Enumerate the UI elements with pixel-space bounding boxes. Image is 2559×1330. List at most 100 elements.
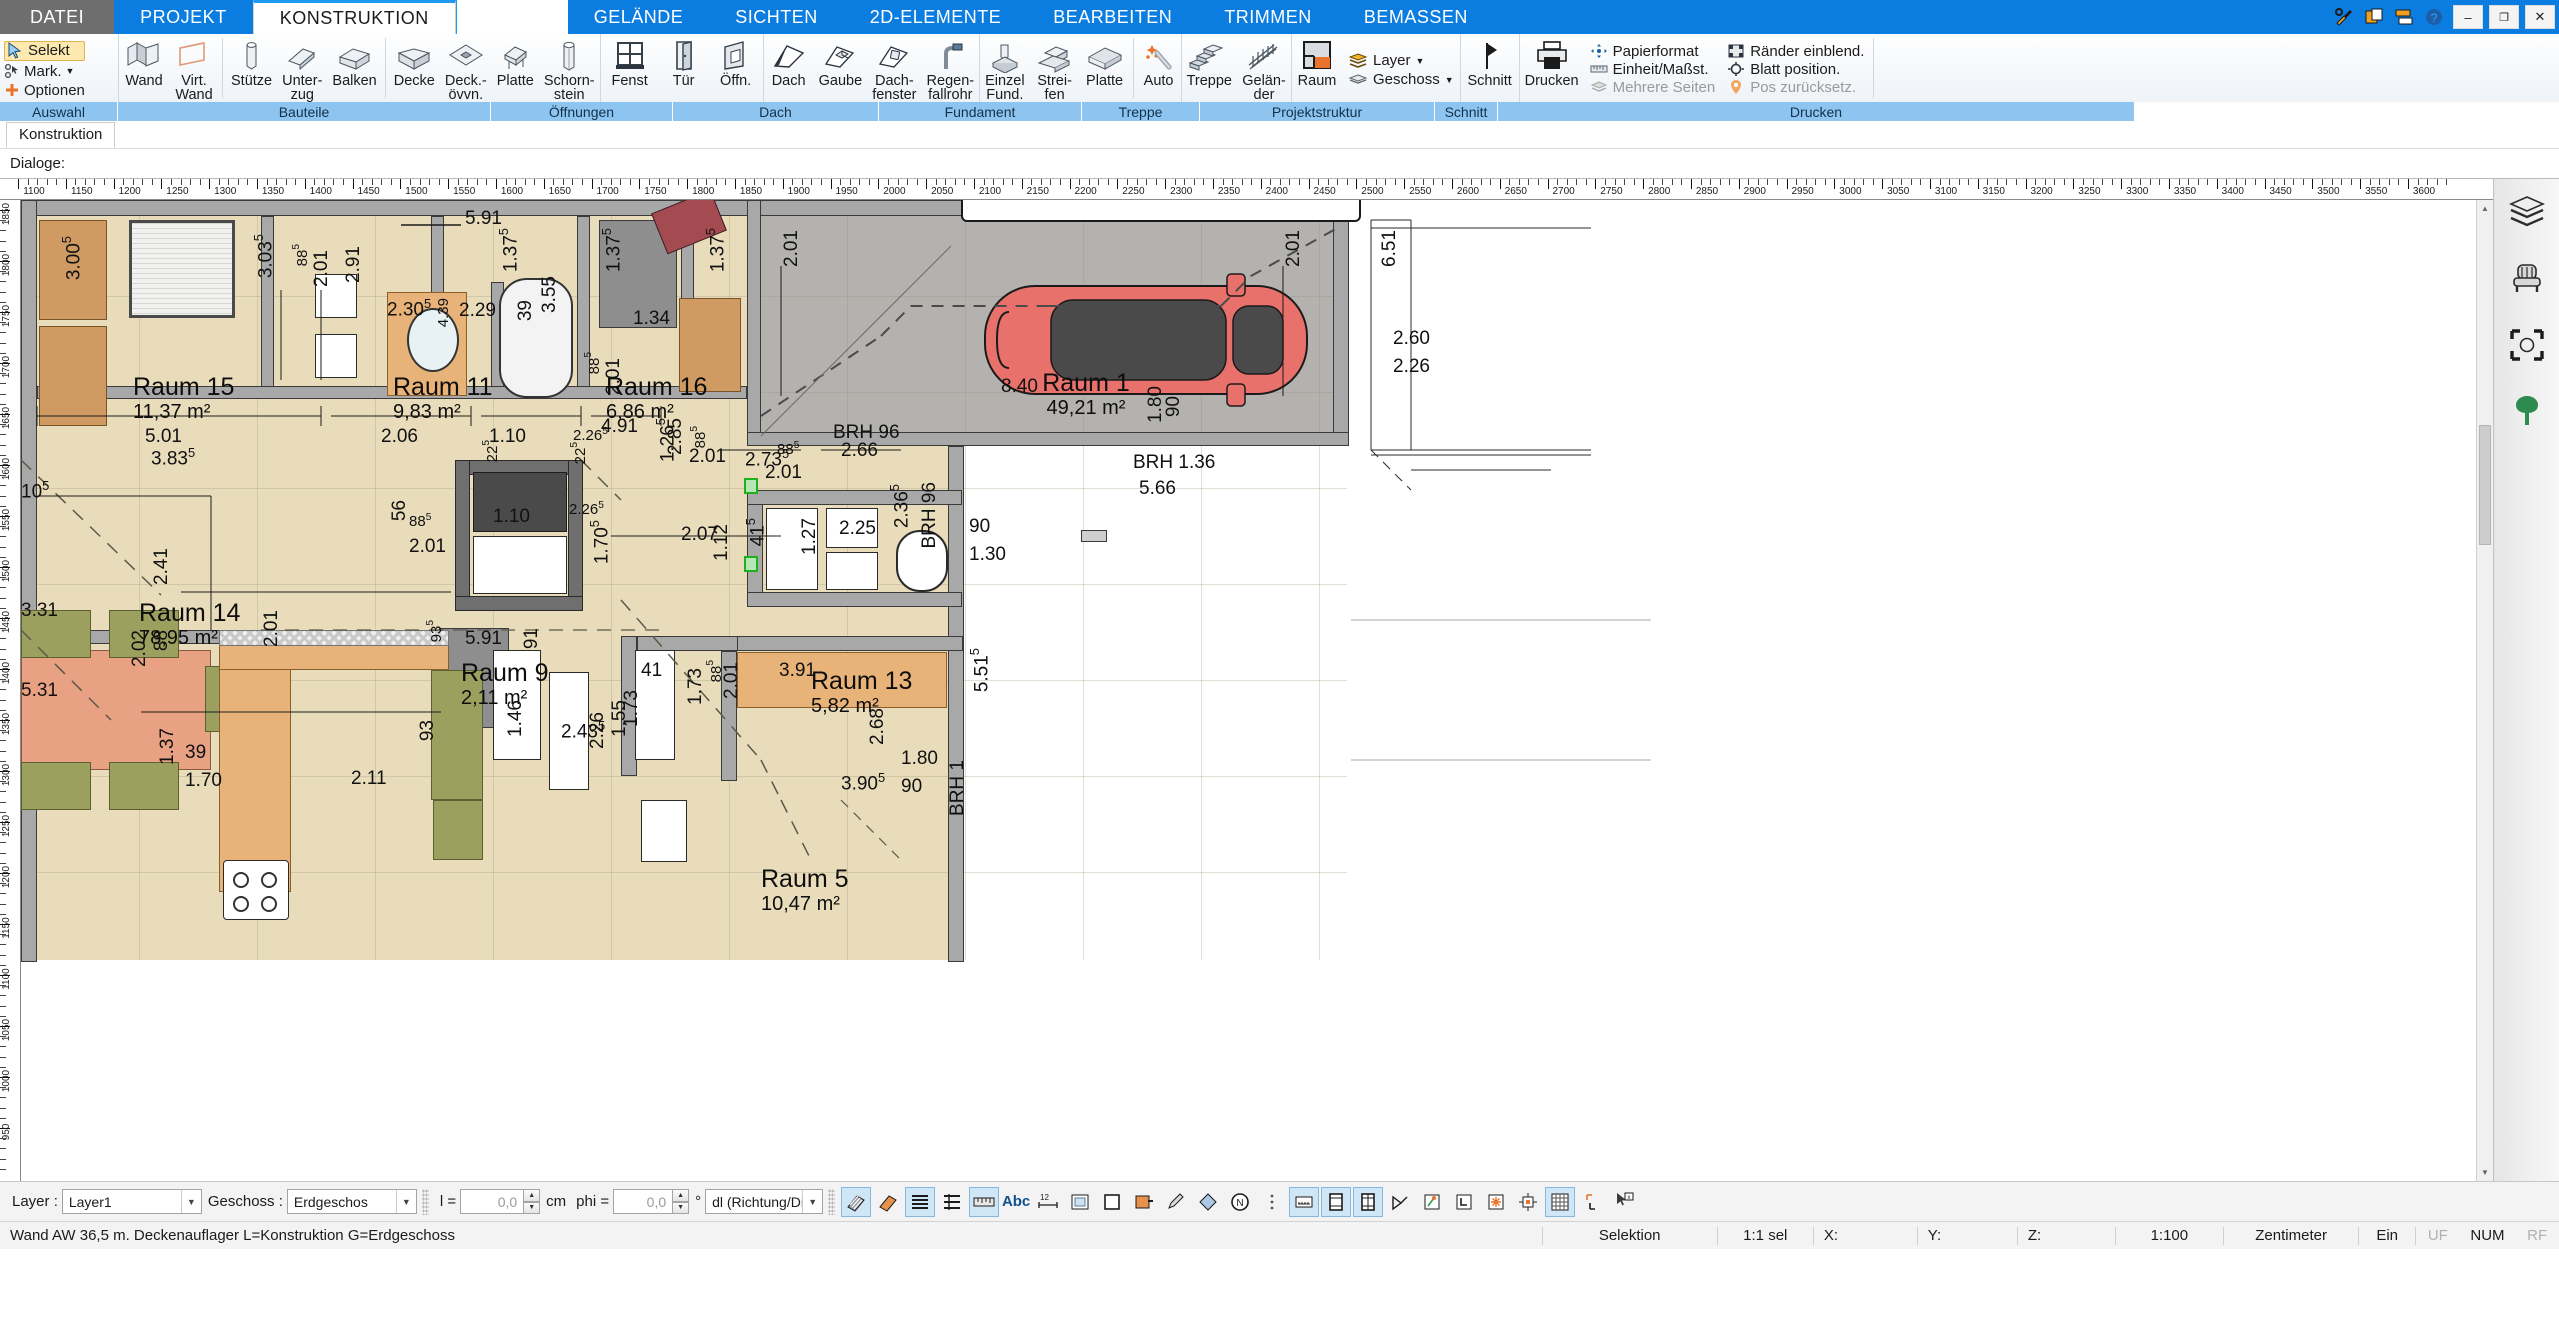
chevron-down-icon[interactable]: ▼ — [802, 1190, 822, 1213]
papierformat-item[interactable]: Papierformat — [1590, 43, 1716, 60]
scroll-down-arrow[interactable]: ▼ — [2477, 1164, 2493, 1181]
dormer-button[interactable]: Gaube — [814, 34, 868, 102]
window-layout-icon[interactable] — [2361, 4, 2387, 30]
wall-core-right[interactable] — [568, 460, 583, 610]
stepper-up[interactable]: ▲ — [672, 1189, 690, 1202]
snap-point-icon[interactable] — [1417, 1187, 1447, 1217]
tools-icon[interactable] — [2331, 4, 2357, 30]
strip-foundation-button[interactable]: Strei- fen — [1030, 34, 1080, 102]
selection-marker-1[interactable] — [744, 478, 758, 494]
fill-icon[interactable] — [873, 1187, 903, 1217]
roof-button[interactable]: Dach — [764, 34, 814, 102]
selection-marker-2[interactable] — [744, 556, 758, 572]
length-input[interactable]: 0,0 — [460, 1189, 525, 1214]
pen-icon[interactable] — [1161, 1187, 1191, 1217]
menu-tab-bearbeiten[interactable]: BEARBEITEN — [1027, 0, 1198, 34]
paint-icon[interactable] — [1129, 1187, 1159, 1217]
menu-tab-gelaende[interactable]: GELÄNDE — [568, 0, 710, 34]
shape-icon[interactable] — [1193, 1187, 1223, 1217]
single-foundation-button[interactable]: Einzel Fund. — [980, 34, 1030, 102]
print-button[interactable]: Drucken — [1520, 34, 1584, 102]
measure-icon[interactable] — [969, 1186, 1000, 1217]
plants-icon[interactable] — [2506, 391, 2548, 431]
floor-plan-canvas[interactable]: Raum 15 11,37 m² Raum 11 6,86 m² 9,83 m²… — [21, 200, 2493, 1181]
wall-core-bottom[interactable] — [455, 596, 583, 611]
toolbar-grip-2[interactable] — [828, 1188, 836, 1215]
direction-select[interactable]: dl (Richtung/Di ▼ — [705, 1189, 824, 1214]
furniture-icon[interactable] — [2506, 259, 2548, 299]
menu-tab-sichten[interactable]: SICHTEN — [709, 0, 844, 34]
lines-icon[interactable] — [905, 1186, 936, 1217]
geschoss-dropdown[interactable]: Geschoss ▼ — [1348, 71, 1454, 89]
snap-mid-icon[interactable] — [1513, 1187, 1543, 1217]
downpipe-button[interactable]: Regen- fallrohr — [922, 34, 980, 102]
wall-outer-left[interactable] — [21, 200, 37, 962]
beam-button[interactable]: Balken — [327, 34, 381, 102]
chimney-button[interactable]: Schorn- stein — [539, 34, 600, 102]
slab-button[interactable]: Platte — [492, 34, 539, 102]
ceiling-button[interactable]: Decke — [389, 34, 440, 102]
ortho-icon[interactable] — [1577, 1187, 1607, 1217]
wall-core-left[interactable] — [455, 460, 470, 610]
wall-right-inner[interactable] — [948, 446, 964, 962]
select-button[interactable]: Selekt — [4, 40, 85, 61]
layer-dropdown[interactable]: Layer ▼ — [1348, 52, 1454, 70]
snap-corner-icon[interactable] — [1449, 1187, 1479, 1217]
help-icon[interactable]: ? — [2421, 4, 2447, 30]
objects-icon[interactable] — [2506, 325, 2548, 365]
view-3-icon[interactable] — [1353, 1186, 1384, 1217]
geschoss-select[interactable]: Erdgeschos ▼ — [286, 1189, 417, 1214]
maximize-button[interactable]: ❐ — [2489, 5, 2519, 29]
chevron-down-icon[interactable]: ▼ — [180, 1190, 201, 1213]
menu-tab-konstruktion[interactable]: KONSTRUKTION — [252, 0, 456, 34]
blatt-position-item[interactable]: Blatt position. — [1727, 61, 1864, 78]
stairs-button[interactable]: Treppe — [1182, 34, 1237, 102]
roof-window-button[interactable]: Dach- fenster — [867, 34, 921, 102]
einheit-massstab-item[interactable]: Einheit/Maßst. — [1590, 61, 1716, 78]
menu-tab-2d-elemente[interactable]: 2D-ELEMENTE — [844, 0, 1028, 34]
vert-dots-icon[interactable] — [1257, 1187, 1287, 1217]
subtab-konstruktion[interactable]: Konstruktion — [6, 122, 116, 148]
square-icon[interactable] — [1097, 1187, 1127, 1217]
layers-icon[interactable] — [2506, 193, 2548, 233]
pos-zuruecksetzen-item[interactable]: Pos zurücksetz. — [1727, 79, 1864, 96]
chevron-down-icon[interactable]: ▼ — [395, 1190, 416, 1213]
wall-wc-bottom[interactable] — [747, 592, 962, 607]
length-stepper[interactable]: ▲ ▼ — [523, 1189, 541, 1214]
room-button[interactable]: Raum — [1292, 34, 1342, 102]
virtual-wall-button[interactable]: Virt. Wand — [169, 34, 219, 102]
foundation-slab-button[interactable]: Platte — [1080, 34, 1130, 102]
north-icon[interactable]: N — [1225, 1187, 1255, 1217]
phi-stepper[interactable]: ▲ ▼ — [672, 1189, 690, 1214]
chevron-down-icon[interactable]: ▼ — [1445, 75, 1454, 85]
ceiling-opening-button[interactable]: Deck.- övvn. — [440, 34, 492, 102]
menu-tab-trimmen[interactable]: TRIMMEN — [1198, 0, 1338, 34]
menu-tab-bemassen[interactable]: BEMASSEN — [1338, 0, 1494, 34]
layer-select[interactable]: Layer1 ▼ — [61, 1189, 202, 1214]
window-tile-icon[interactable] — [2391, 4, 2417, 30]
opening-button[interactable]: Öffn. — [709, 34, 763, 102]
view-2-icon[interactable] — [1321, 1186, 1352, 1217]
column-button[interactable]: Stütze — [226, 34, 277, 102]
selection-marker-3[interactable] — [1081, 530, 1107, 542]
close-button[interactable]: ✕ — [2525, 5, 2555, 29]
chevron-down-icon[interactable]: ▼ — [1416, 56, 1425, 66]
hatch-icon[interactable] — [841, 1186, 872, 1217]
mark-button[interactable]: Mark. ▼ — [4, 63, 85, 80]
wall-button[interactable]: Wand — [119, 34, 169, 102]
scroll-up-arrow[interactable]: ▲ — [2477, 200, 2493, 217]
vertical-ruler[interactable]: 1850 1800 1750 1700 1650 1600 1550 1500 1450 1400… — [0, 200, 21, 1181]
options-button[interactable]: Optionen — [4, 82, 85, 99]
minimize-button[interactable]: – — [2453, 5, 2483, 29]
wall-garage-right[interactable] — [1333, 200, 1349, 446]
dim-12-icon[interactable]: 12 — [1033, 1187, 1063, 1217]
railing-button[interactable]: Gelän- der — [1237, 34, 1291, 102]
auto-button[interactable]: Auto — [1137, 34, 1181, 102]
snap-angle-icon[interactable] — [1385, 1187, 1415, 1217]
view-1-icon[interactable] — [1289, 1186, 1320, 1217]
scroll-thumb[interactable] — [2479, 425, 2491, 545]
horizontal-ruler[interactable]: 1100 1150 1200 1250 1300 1350 1400 1450 1500 1550… — [0, 179, 2493, 200]
vertical-scrollbar[interactable]: ▲ ▼ — [2476, 200, 2493, 1181]
grid-lines-icon[interactable] — [937, 1187, 967, 1217]
raender-einblenden-item[interactable]: Ränder einblend. — [1727, 43, 1864, 60]
